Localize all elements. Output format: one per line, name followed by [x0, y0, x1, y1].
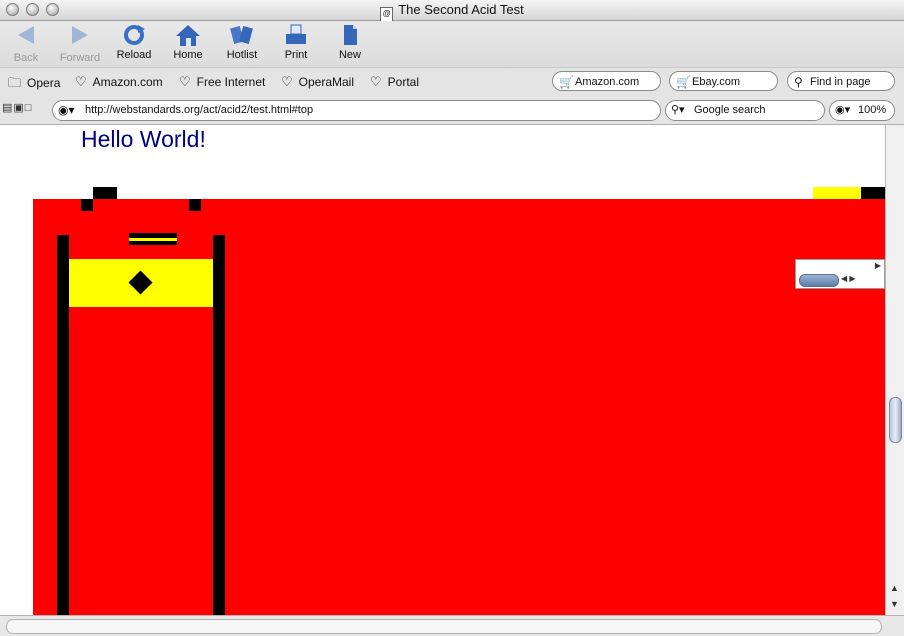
- main-toolbar: Back Forward Reload Home Hotlist Print N…: [0, 21, 904, 67]
- bookmark-portal[interactable]: ♡ Portal: [370, 74, 419, 90]
- acid-nose-bottom: [129, 241, 177, 245]
- bookmark-free-internet-label: Free Internet: [196, 75, 266, 89]
- amazon-search-label: Amazon.com: [575, 76, 640, 88]
- new-button[interactable]: New: [322, 23, 378, 61]
- acid-yellow-strip: [813, 187, 861, 199]
- reload-button[interactable]: Reload: [106, 23, 162, 61]
- bookmark-portal-label: Portal: [387, 75, 420, 89]
- home-icon: [160, 23, 216, 47]
- acid-black-strip: [861, 187, 885, 199]
- reload-icon: [106, 23, 162, 47]
- horizontal-scroll-track[interactable]: [6, 619, 882, 634]
- vertical-scrollbar[interactable]: ▲ ▼: [885, 125, 904, 615]
- home-label: Home: [173, 49, 203, 61]
- address-bar-row: ▤▣□ ◉▾ http://webstandards.org/act/acid2…: [0, 96, 904, 125]
- scroll-up-arrow-icon[interactable]: ▲: [890, 583, 899, 593]
- acid-left-bar: [57, 235, 69, 615]
- forward-arrow-icon: [52, 26, 108, 50]
- scroll-down-arrow-icon[interactable]: ▼: [890, 599, 899, 609]
- folder-icon: 🗀: [8, 75, 22, 90]
- document-icon: @: [380, 7, 394, 22]
- page-viewport[interactable]: Hello World! ◀ ▶ ▶: [0, 125, 885, 615]
- forward-label: Forward: [59, 52, 101, 64]
- bookmark-free-internet[interactable]: ♡ Free Internet: [179, 74, 265, 90]
- zoom-field[interactable]: ◉▾ 100%: [829, 100, 895, 121]
- forward-button[interactable]: Forward: [52, 23, 108, 64]
- eye-icon: ◉▾: [835, 104, 851, 116]
- back-label: Back: [13, 52, 39, 64]
- horizontal-scrollbar[interactable]: [0, 615, 904, 636]
- zoom-value: 100%: [858, 104, 887, 116]
- embedded-scroll-thumb[interactable]: [799, 274, 839, 287]
- bookmark-amazon-label: Amazon.com: [92, 75, 163, 89]
- page-tools-icons[interactable]: ▤▣□: [2, 101, 32, 114]
- cart-icon: 🛒: [676, 75, 691, 89]
- bookmark-opera[interactable]: 🗀 Opera: [8, 74, 60, 96]
- vertical-scroll-thumb[interactable]: [889, 397, 902, 443]
- url-text: http://webstandards.org/act/acid2/test.h…: [85, 104, 314, 116]
- window-title-text: The Second Acid Test: [398, 2, 524, 17]
- bookmark-amazon[interactable]: ♡ Amazon.com: [75, 74, 163, 90]
- hotlist-button[interactable]: Hotlist: [214, 23, 270, 61]
- acid-eye-block: [93, 187, 117, 199]
- heart-icon: ♡: [370, 74, 382, 89]
- reload-label: Reload: [116, 49, 152, 61]
- printer-icon: [268, 23, 324, 47]
- bookmark-operamail[interactable]: ♡ OperaMail: [281, 74, 354, 90]
- magnifier-icon: ⚲: [794, 75, 803, 89]
- acid-right-bar: [213, 235, 225, 615]
- heart-icon: ♡: [179, 74, 191, 89]
- window-title: @ The Second Acid Test: [0, 2, 904, 22]
- back-arrow-icon: [0, 26, 54, 50]
- amazon-search-field[interactable]: 🛒 Amazon.com: [552, 71, 661, 91]
- heart-icon: ♡: [75, 74, 87, 89]
- bookmark-opera-label: Opera: [27, 76, 61, 90]
- new-page-icon: [322, 23, 378, 47]
- hello-heading: Hello World!: [81, 126, 206, 152]
- find-in-page-field[interactable]: ⚲ Find in page: [787, 71, 895, 91]
- acid-right-eye: [189, 199, 201, 211]
- hotlist-icon: [214, 23, 270, 47]
- search-engine-label: Google search: [694, 104, 766, 116]
- search-engine-icon: ⚲▾: [671, 104, 685, 116]
- print-button[interactable]: Print: [268, 23, 324, 61]
- embedded-arrow-right-icon[interactable]: ▶: [875, 261, 881, 270]
- bookmark-operamail-label: OperaMail: [298, 75, 355, 89]
- search-engine-field[interactable]: ⚲▾ Google search: [665, 100, 825, 121]
- home-button[interactable]: Home: [160, 23, 216, 61]
- print-label: Print: [284, 49, 308, 61]
- cart-icon: 🛒: [559, 75, 574, 89]
- bookmarks-bar: 🗀 Opera ♡ Amazon.com ♡ Free Internet ♡ Opera…: [0, 67, 904, 97]
- url-field[interactable]: ◉▾ http://webstandards.org/act/acid2/tes…: [52, 100, 661, 121]
- window-titlebar: @ The Second Acid Test: [0, 0, 904, 22]
- heart-icon: ♡: [281, 74, 293, 89]
- ebay-search-label: Ebay.com: [692, 76, 741, 88]
- ebay-search-field[interactable]: 🛒 Ebay.com: [669, 71, 778, 91]
- acid-left-eye: [81, 199, 93, 211]
- back-button[interactable]: Back: [0, 23, 54, 64]
- embedded-scroll-arrows-icon[interactable]: ◀ ▶: [841, 274, 856, 283]
- new-label: New: [338, 49, 361, 61]
- embedded-scroll-widget[interactable]: ◀ ▶ ▶: [795, 259, 885, 289]
- hotlist-label: Hotlist: [226, 49, 258, 61]
- site-icon: ◉▾: [58, 103, 75, 117]
- find-in-page-label: Find in page: [810, 76, 871, 88]
